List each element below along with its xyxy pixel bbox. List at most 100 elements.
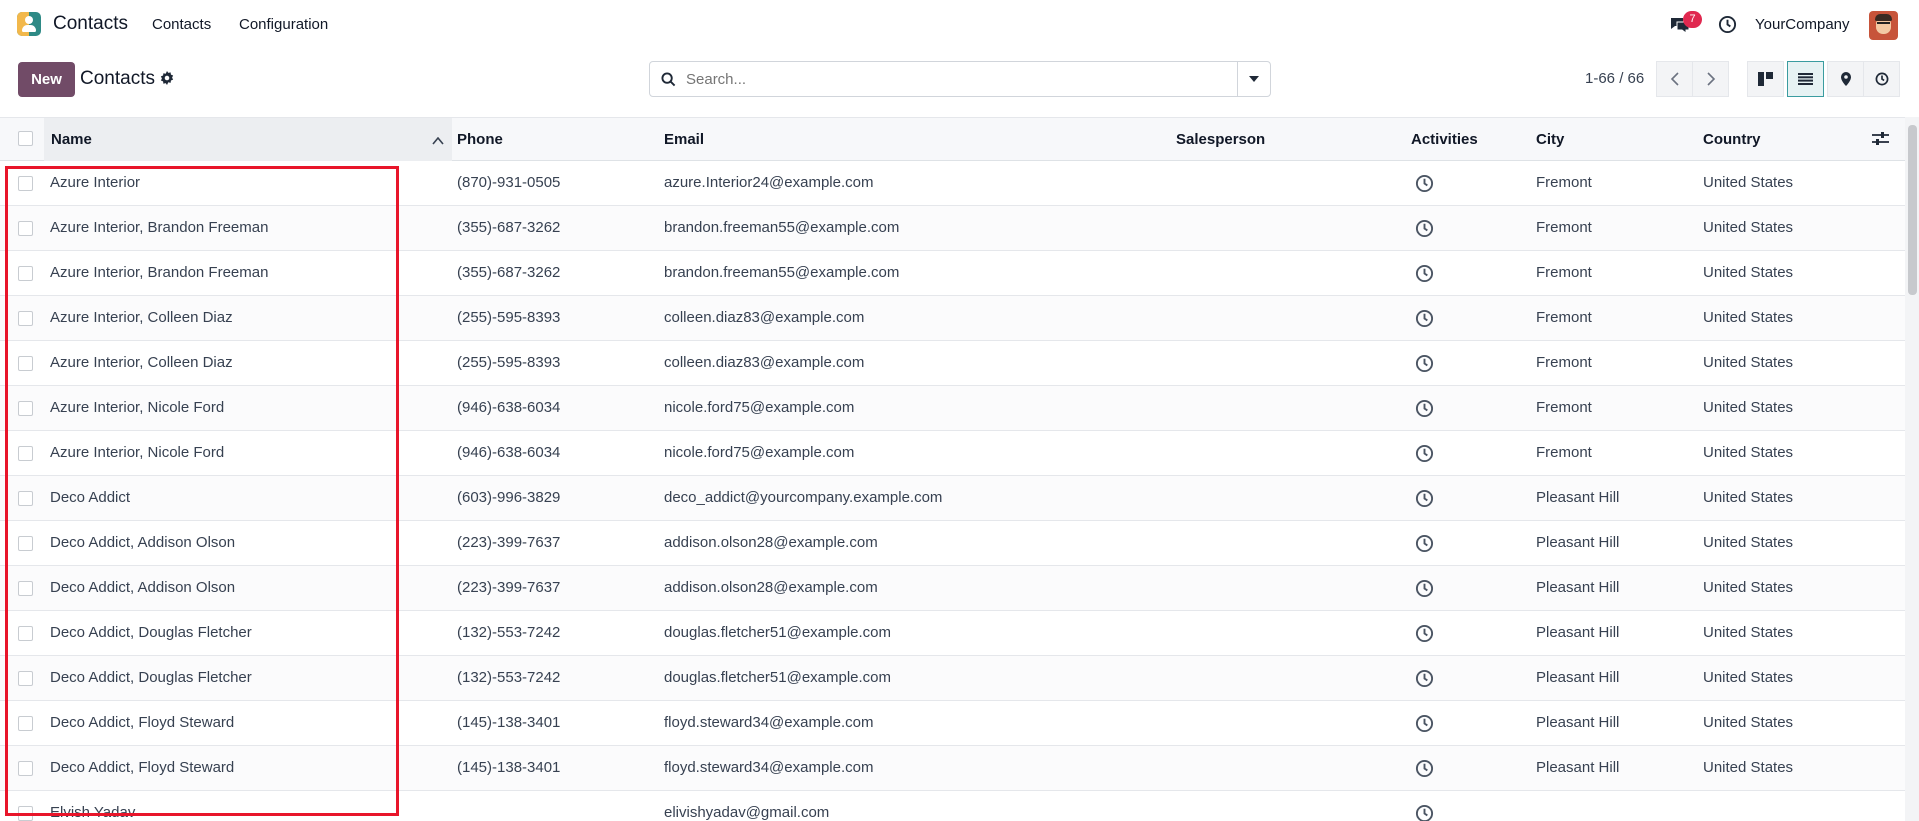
contacts-list-table: Name Phone Email Salesperson Activities … [0,117,1905,821]
search-input[interactable] [686,68,1226,90]
row-checkbox[interactable] [18,806,33,821]
user-avatar[interactable] [1869,11,1898,40]
row-checkbox[interactable] [18,671,33,686]
search-options-toggle[interactable] [1237,62,1270,96]
row-checkbox[interactable] [18,356,33,371]
table-row[interactable]: Azure Interior, Brandon Freeman (355)-687… [0,206,1905,251]
pager-value[interactable]: 1-66 / 66 [1585,70,1644,87]
table-row[interactable]: Deco Addict, Floyd Steward (145)-138-3401… [0,701,1905,746]
scrollbar-thumb[interactable] [1908,125,1917,295]
column-header-name[interactable]: Name [51,131,92,148]
table-row[interactable]: Deco Addict, Addison Olson (223)-399-7637… [0,566,1905,611]
column-header-activities[interactable]: Activities [1411,131,1478,148]
cell-email: floyd.steward34@example.com [664,759,874,776]
activity-clock-icon[interactable] [1415,444,1434,468]
table-row[interactable]: Elvish Yadav elivishyadav@gmail.com [0,791,1905,821]
cell-phone: (355)-687-3262 [457,219,561,236]
menu-contacts[interactable]: Contacts [152,16,211,33]
activity-clock-icon[interactable] [1415,579,1434,603]
table-row[interactable]: Azure Interior (870)-931-0505 azure.Interi… [0,161,1905,206]
table-row[interactable]: Deco Addict, Addison Olson (223)-399-7637… [0,521,1905,566]
row-checkbox[interactable] [18,581,33,596]
column-header-email[interactable]: Email [664,131,704,148]
activity-view-button[interactable] [1863,61,1900,97]
table-row[interactable]: Deco Addict, Floyd Steward (145)-138-3401… [0,746,1905,791]
cell-city: Fremont [1536,264,1592,281]
kanban-icon [1758,72,1773,86]
cell-name: Deco Addict, Douglas Fletcher [50,624,252,641]
cell-name: Elvish Yadav [50,804,136,821]
table-row[interactable]: Azure Interior, Colleen Diaz (255)-595-83… [0,341,1905,386]
cell-country: United States [1703,444,1794,461]
pager-previous-button[interactable] [1656,61,1693,97]
table-row[interactable]: Deco Addict, Douglas Fletcher (132)-553-7… [0,611,1905,656]
cell-phone: (132)-553-7242 [457,624,561,641]
column-header-phone[interactable]: Phone [457,131,503,148]
row-checkbox[interactable] [18,176,33,191]
sort-ascending-icon[interactable] [432,132,444,150]
row-checkbox[interactable] [18,761,33,776]
column-header-city[interactable]: City [1536,131,1564,148]
activity-clock-icon[interactable] [1718,15,1737,39]
activity-clock-icon[interactable] [1415,804,1434,821]
cell-country: United States [1703,714,1794,731]
activity-clock-icon[interactable] [1415,399,1434,423]
activity-clock-icon[interactable] [1415,309,1434,333]
optional-columns-icon[interactable] [1872,131,1889,151]
map-pin-icon [1840,72,1851,86]
list-icon [1798,73,1813,85]
activity-clock-icon[interactable] [1415,264,1434,288]
row-checkbox[interactable] [18,536,33,551]
column-header-salesperson[interactable]: Salesperson [1176,131,1265,148]
row-checkbox[interactable] [18,311,33,326]
table-row[interactable]: Deco Addict, Douglas Fletcher (132)-553-7… [0,656,1905,701]
vertical-scrollbar[interactable] [1905,117,1919,821]
activity-clock-icon[interactable] [1415,174,1434,198]
map-view-button[interactable] [1827,61,1864,97]
cell-email: nicole.ford75@example.com [664,399,855,416]
cell-name: Azure Interior, Brandon Freeman [50,219,269,236]
cell-name: Deco Addict, Floyd Steward [50,759,235,776]
row-checkbox[interactable] [18,446,33,461]
activity-clock-icon[interactable] [1415,219,1434,243]
kanban-view-button[interactable] [1747,61,1784,97]
pager-next-button[interactable] [1692,61,1729,97]
contacts-app-icon[interactable] [17,12,41,36]
row-checkbox[interactable] [18,401,33,416]
row-checkbox[interactable] [18,626,33,641]
search-bar[interactable] [649,61,1271,97]
table-row[interactable]: Azure Interior, Brandon Freeman (355)-687… [0,251,1905,296]
cell-phone: (603)-996-3829 [457,489,561,506]
table-row[interactable]: Deco Addict (603)-996-3829 deco_addict@you… [0,476,1905,521]
table-row[interactable]: Azure Interior, Colleen Diaz (255)-595-83… [0,296,1905,341]
row-checkbox[interactable] [18,266,33,281]
list-view-button[interactable] [1787,61,1824,97]
cell-email: douglas.fletcher51@example.com [664,624,892,641]
activity-clock-icon[interactable] [1415,624,1434,648]
cell-phone: (145)-138-3401 [457,714,561,731]
cell-email: douglas.fletcher51@example.com [664,669,892,686]
row-checkbox[interactable] [18,221,33,236]
company-switcher[interactable]: YourCompany [1755,16,1850,33]
cell-email: nicole.ford75@example.com [664,444,855,461]
activity-clock-icon[interactable] [1415,669,1434,693]
cell-email: azure.Interior24@example.com [664,174,874,191]
activity-clock-icon[interactable] [1415,759,1434,783]
row-checkbox[interactable] [18,491,33,506]
menu-configuration[interactable]: Configuration [239,16,328,33]
table-row[interactable]: Azure Interior, Nicole Ford (946)-638-603… [0,431,1905,476]
new-button[interactable]: New [18,62,75,97]
activity-clock-icon[interactable] [1415,714,1434,738]
activity-clock-icon[interactable] [1415,534,1434,558]
cell-city: Pleasant Hill [1536,489,1620,506]
gear-icon[interactable] [160,71,174,90]
activity-clock-icon[interactable] [1415,354,1434,378]
table-row[interactable]: Azure Interior, Nicole Ford (946)-638-603… [0,386,1905,431]
select-all-checkbox[interactable] [18,131,33,146]
column-header-country[interactable]: Country [1703,131,1761,148]
row-checkbox[interactable] [18,716,33,731]
cell-phone: (946)-638-6034 [457,399,561,416]
app-name[interactable]: Contacts [53,13,128,35]
cell-name: Azure Interior, Brandon Freeman [50,264,269,281]
activity-clock-icon[interactable] [1415,489,1434,513]
